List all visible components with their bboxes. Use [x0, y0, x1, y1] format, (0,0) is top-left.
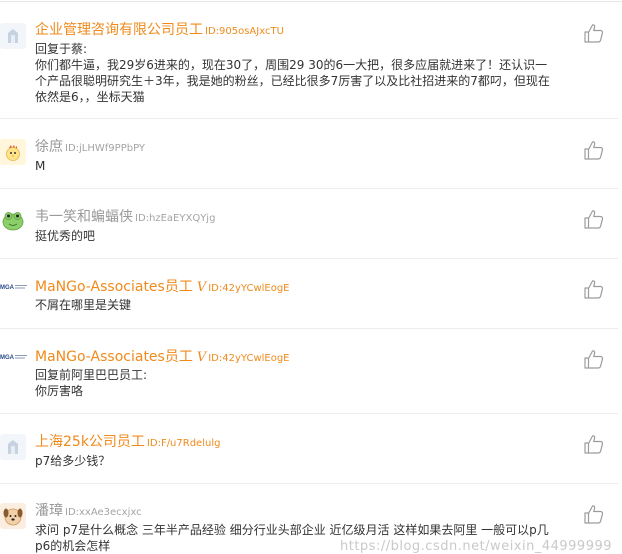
chicken-icon: [0, 139, 26, 165]
comment-line: 依然是6，，坐标天猫: [35, 90, 145, 104]
frog-icon: [0, 207, 26, 233]
building-icon: [0, 23, 26, 49]
comment-line: 你们都牛逼，我29岁6进来的，现在30了，周围29 30的6一大把，很多应届就进…: [35, 58, 548, 72]
comment-item: MGA MaNGo-Associates员工 V ID:42yYCwlEogE 不屑…: [0, 259, 618, 329]
building-icon: [0, 434, 26, 460]
dog-icon: [0, 503, 26, 529]
thumbs-up-icon[interactable]: [583, 278, 605, 300]
verified-badge: V: [196, 350, 207, 365]
author-name[interactable]: MaNGo-Associates员工: [35, 279, 193, 295]
comment-text: 回复前阿里巴巴员工: 你厉害咯: [35, 367, 570, 399]
author-line: MaNGo-Associates员工 V ID:42yYCwlEogE: [35, 276, 290, 296]
verified-badge: V: [196, 280, 207, 295]
thumbs-up-icon[interactable]: [583, 22, 605, 44]
user-id: ID:42yYCwlEogE: [208, 283, 290, 294]
user-id: ID:905osAJxcTU: [205, 26, 284, 37]
author-line: 潘璋 ID:xxAe3ecxjxc: [35, 500, 142, 520]
thumbs-up-icon[interactable]: [583, 503, 605, 525]
comment-line: p7给多少钱？: [35, 454, 111, 468]
author-name[interactable]: MaNGo-Associates员工: [35, 349, 193, 365]
svg-text:MGA: MGA: [0, 355, 15, 361]
thumbs-up-icon[interactable]: [583, 208, 605, 230]
avatar[interactable]: [0, 434, 26, 460]
user-id: ID:hzEaEYXQYjg: [135, 213, 216, 224]
company-logo[interactable]: MGA: [0, 350, 28, 364]
comment-line: 回复于蔡:: [35, 42, 88, 56]
thumbs-up-icon[interactable]: [583, 433, 605, 455]
comment-text: 挺优秀的吧: [35, 228, 570, 244]
user-id: ID:jLHWf9PPbPY: [65, 143, 145, 154]
author-line: 企业管理咨询有限公司员工 ID:905osAJxcTU: [35, 19, 284, 39]
comment-line: 不屑在哪里是关键: [35, 298, 132, 312]
user-id: ID:xxAe3ecxjxc: [65, 507, 142, 518]
mga-logo-icon: MGA: [0, 355, 27, 361]
author-name[interactable]: 企业管理咨询有限公司员工: [35, 22, 203, 38]
comment-list: 企业管理咨询有限公司员工 ID:905osAJxcTU 回复于蔡: 你们都牛逼，我…: [0, 0, 622, 553]
company-logo[interactable]: MGA: [0, 280, 28, 294]
comment-line: M: [35, 159, 46, 173]
mga-logo-icon: MGA: [0, 285, 27, 291]
author-line: 上海25k公司员工 ID:F/u7Rdelulg: [35, 431, 220, 451]
author-line: 徐庶 ID:jLHWf9PPbPY: [35, 136, 145, 156]
author-line: 韦一笑和蝙蝠侠 ID:hzEaEYXQYjg: [35, 206, 215, 226]
thumbs-up-icon[interactable]: [583, 139, 605, 161]
comment-item: 企业管理咨询有限公司员工 ID:905osAJxcTU 回复于蔡: 你们都牛逼，我…: [0, 2, 618, 119]
user-id: ID:42yYCwlEogE: [208, 353, 290, 364]
svg-text:MGA: MGA: [0, 285, 15, 291]
watermark: https://blog.csdn.net/weixin_44999999: [340, 539, 613, 554]
comment-line: 挺优秀的吧: [35, 229, 96, 243]
comment-text: M: [35, 158, 570, 174]
avatar[interactable]: [0, 503, 26, 529]
author-name[interactable]: 上海25k公司员工: [35, 434, 145, 450]
avatar[interactable]: [0, 23, 26, 49]
thumbs-up-icon[interactable]: [583, 348, 605, 370]
comment-text: 不屑在哪里是关键: [35, 297, 570, 313]
comment-line: 求问 p7是什么概念 三年半产品经验 细分行业头部企业 近亿级月活 这样如果去阿…: [35, 523, 549, 537]
author-name[interactable]: 韦一笑和蝙蝠侠: [35, 209, 133, 225]
comment-text: 回复于蔡: 你们都牛逼，我29岁6进来的，现在30了，周围29 30的6一大把，…: [35, 41, 570, 105]
comment-item: 韦一笑和蝙蝠侠 ID:hzEaEYXQYjg 挺优秀的吧: [0, 189, 618, 259]
author-line: MaNGo-Associates员工 V ID:42yYCwlEogE: [35, 346, 290, 366]
comment-item: MGA MaNGo-Associates员工 V ID:42yYCwlEogE 回复…: [0, 329, 618, 414]
comment-item: 上海25k公司员工 ID:F/u7Rdelulg p7给多少钱？: [0, 414, 618, 484]
comment-line: 回复前阿里巴巴员工:: [35, 368, 148, 382]
comment-item: 徐庶 ID:jLHWf9PPbPY M: [0, 119, 618, 189]
author-name[interactable]: 潘璋: [35, 503, 63, 519]
comment-line: 个产品很聪明研究生＋3年，我是她的粉丝，已经比很多7厉害了以及比社招进来的7都叼…: [35, 74, 550, 88]
comment-text: p7给多少钱？: [35, 453, 570, 469]
avatar[interactable]: [0, 207, 26, 233]
comment-line: 你厉害咯: [35, 384, 84, 398]
user-id: ID:F/u7Rdelulg: [146, 438, 221, 449]
author-name[interactable]: 徐庶: [35, 139, 63, 155]
avatar[interactable]: [0, 139, 26, 165]
